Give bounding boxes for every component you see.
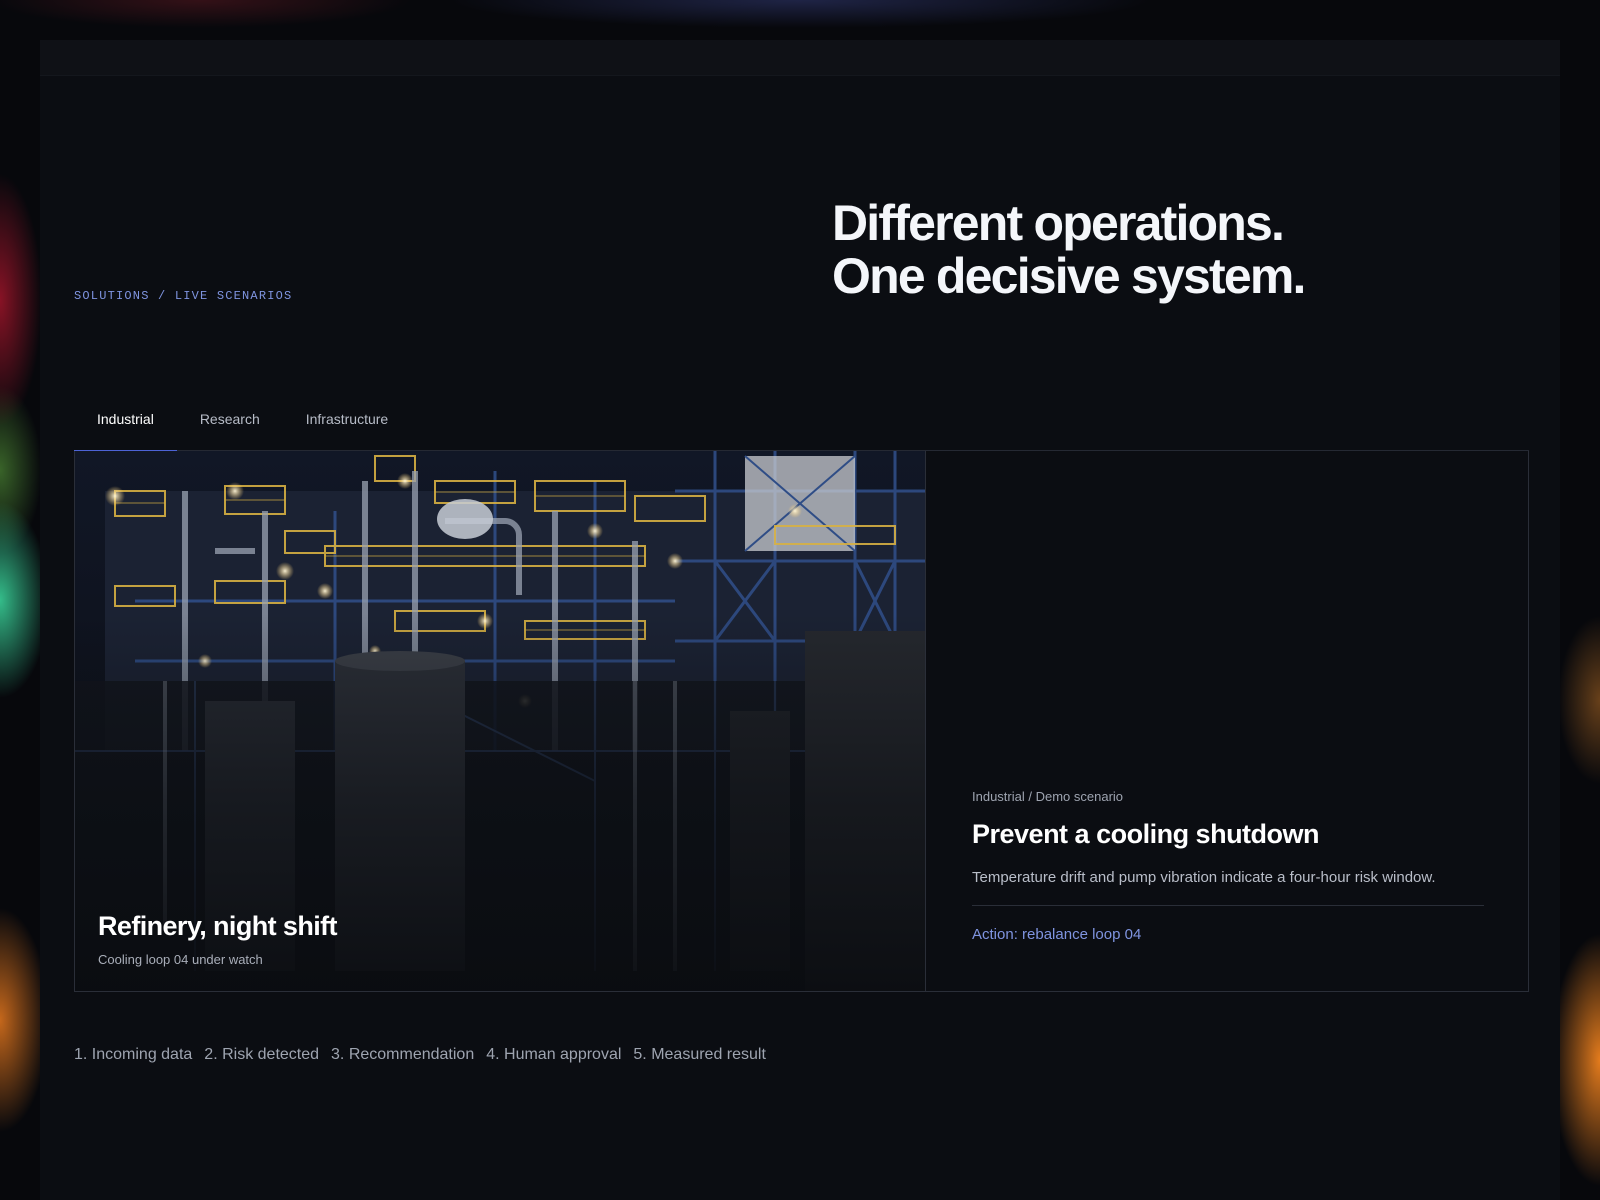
- scenario-kicker: Industrial / Demo scenario: [972, 789, 1124, 804]
- tab-industrial[interactable]: Industrial: [74, 395, 177, 452]
- scenario-tabs: Industrial Research Infrastructure: [74, 395, 1529, 452]
- headline-line-2: One decisive system.: [832, 248, 1306, 304]
- headline-line-1: Different operations.: [832, 195, 1285, 251]
- step-item: 3. Recommendation: [331, 1046, 475, 1063]
- window-top-bar: [40, 40, 1560, 76]
- step-item: 2. Risk detected: [204, 1046, 320, 1063]
- scenario-panel: Refinery, night shift Cooling loop 04 un…: [74, 451, 1529, 992]
- media-subtitle: Cooling loop 04 under watch: [98, 952, 263, 967]
- step-item: 4. Human approval: [486, 1046, 622, 1063]
- process-steps: 1. Incoming data 2. Risk detected 3. Rec…: [74, 1046, 766, 1064]
- app-window: SOLUTIONS / LIVE SCENARIOS Different ope…: [40, 40, 1560, 1200]
- detail-divider: [972, 905, 1484, 906]
- page-headline: Different operations. One decisive syste…: [832, 195, 1306, 304]
- image-shade: [75, 451, 925, 991]
- section-eyebrow: SOLUTIONS / LIVE SCENARIOS: [74, 289, 293, 303]
- action-link[interactable]: Action: rebalance loop 04: [972, 926, 1141, 943]
- step-item: 1. Incoming data: [74, 1046, 193, 1063]
- refinery-image: Refinery, night shift Cooling loop 04 un…: [75, 451, 926, 991]
- scenario-title: Prevent a cooling shutdown: [972, 819, 1320, 849]
- scenario-detail: Industrial / Demo scenario Prevent a coo…: [926, 451, 1529, 991]
- media-title: Refinery, night shift: [98, 911, 338, 941]
- tab-infrastructure[interactable]: Infrastructure: [283, 395, 411, 451]
- scenario-description: Temperature drift and pump vibration ind…: [972, 869, 1436, 886]
- tab-research[interactable]: Research: [177, 395, 283, 451]
- step-item: 5. Measured result: [633, 1046, 766, 1063]
